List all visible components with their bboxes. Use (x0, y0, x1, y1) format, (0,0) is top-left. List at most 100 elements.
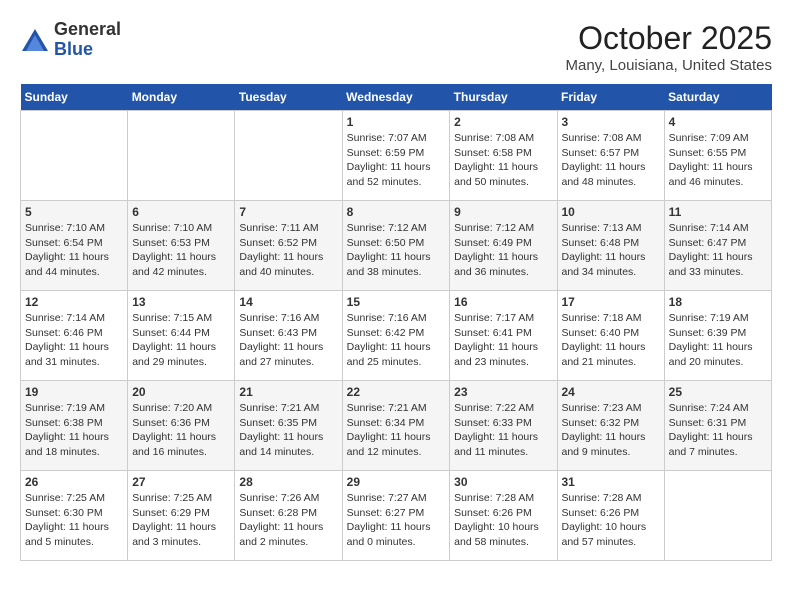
location: Many, Louisiana, United States (565, 57, 772, 74)
day-cell (21, 111, 128, 201)
day-info: Sunrise: 7:10 AMSunset: 6:53 PMDaylight:… (132, 221, 230, 280)
day-cell: 9 Sunrise: 7:12 AMSunset: 6:49 PMDaylight… (450, 201, 557, 291)
day-number: 6 (132, 205, 230, 219)
day-number: 23 (454, 385, 552, 399)
header-monday: Monday (128, 84, 235, 111)
day-info: Sunrise: 7:10 AMSunset: 6:54 PMDaylight:… (25, 221, 123, 280)
week-row-1: 1Sunrise: 7:07 AMSunset: 6:59 PMDaylight… (21, 111, 772, 201)
day-info: Sunrise: 7:17 AMSunset: 6:41 PMDaylight:… (454, 311, 552, 370)
week-row-2: 5 Sunrise: 7:10 AMSunset: 6:54 PMDaylight… (21, 201, 772, 291)
calendar-body: 1Sunrise: 7:07 AMSunset: 6:59 PMDaylight… (21, 111, 772, 561)
day-cell: 6 Sunrise: 7:10 AMSunset: 6:53 PMDaylight… (128, 201, 235, 291)
day-cell: 12 Sunrise: 7:14 AMSunset: 6:46 PMDayligh… (21, 291, 128, 381)
logo: General Blue (20, 20, 121, 60)
day-cell: 5 Sunrise: 7:10 AMSunset: 6:54 PMDaylight… (21, 201, 128, 291)
day-info: Sunrise: 7:12 AMSunset: 6:49 PMDaylight:… (454, 221, 552, 280)
day-number: 18 (669, 295, 767, 309)
day-number: 20 (132, 385, 230, 399)
calendar-table: SundayMondayTuesdayWednesdayThursdayFrid… (20, 84, 772, 561)
day-number: 5 (25, 205, 123, 219)
day-info: Sunrise: 7:08 AMSunset: 6:57 PMDaylight:… (562, 131, 660, 190)
day-number: 4 (669, 115, 767, 129)
day-cell: 3 Sunrise: 7:08 AMSunset: 6:57 PMDaylight… (557, 111, 664, 201)
day-number: 17 (562, 295, 660, 309)
header-friday: Friday (557, 84, 664, 111)
header-wednesday: Wednesday (342, 84, 450, 111)
day-cell (235, 111, 342, 201)
day-info: Sunrise: 7:09 AMSunset: 6:55 PMDaylight:… (669, 131, 767, 190)
day-cell: 31 Sunrise: 7:28 AMSunset: 6:26 PMDayligh… (557, 471, 664, 561)
logo-blue: Blue (54, 40, 121, 60)
day-cell: 29Sunrise: 7:27 AMSunset: 6:27 PMDayligh… (342, 471, 450, 561)
day-info: Sunrise: 7:15 AMSunset: 6:44 PMDaylight:… (132, 311, 230, 370)
logo-text: General Blue (54, 20, 121, 60)
day-number: 2 (454, 115, 552, 129)
day-number: 27 (132, 475, 230, 489)
day-cell (128, 111, 235, 201)
day-number: 9 (454, 205, 552, 219)
day-number: 11 (669, 205, 767, 219)
day-cell: 4 Sunrise: 7:09 AMSunset: 6:55 PMDaylight… (664, 111, 771, 201)
day-number: 25 (669, 385, 767, 399)
day-info: Sunrise: 7:27 AMSunset: 6:27 PMDaylight:… (347, 491, 446, 550)
day-cell: 11 Sunrise: 7:14 AMSunset: 6:47 PMDayligh… (664, 201, 771, 291)
day-cell: 28Sunrise: 7:26 AMSunset: 6:28 PMDayligh… (235, 471, 342, 561)
day-number: 8 (347, 205, 446, 219)
day-info: Sunrise: 7:14 AMSunset: 6:46 PMDaylight:… (25, 311, 123, 370)
title-block: October 2025 Many, Louisiana, United Sta… (565, 20, 772, 74)
day-number: 12 (25, 295, 123, 309)
day-info: Sunrise: 7:19 AMSunset: 6:38 PMDaylight:… (25, 401, 123, 460)
day-info: Sunrise: 7:28 AMSunset: 6:26 PMDaylight:… (562, 491, 660, 550)
day-info: Sunrise: 7:19 AMSunset: 6:39 PMDaylight:… (669, 311, 767, 370)
day-number: 22 (347, 385, 446, 399)
day-info: Sunrise: 7:21 AMSunset: 6:34 PMDaylight:… (347, 401, 446, 460)
day-cell: 7Sunrise: 7:11 AMSunset: 6:52 PMDaylight… (235, 201, 342, 291)
day-cell: 24 Sunrise: 7:23 AMSunset: 6:32 PMDayligh… (557, 381, 664, 471)
day-info: Sunrise: 7:25 AMSunset: 6:30 PMDaylight:… (25, 491, 123, 550)
header-row: SundayMondayTuesdayWednesdayThursdayFrid… (21, 84, 772, 111)
day-number: 13 (132, 295, 230, 309)
day-cell (664, 471, 771, 561)
day-info: Sunrise: 7:08 AMSunset: 6:58 PMDaylight:… (454, 131, 552, 190)
day-info: Sunrise: 7:24 AMSunset: 6:31 PMDaylight:… (669, 401, 767, 460)
day-cell: 21 Sunrise: 7:21 AMSunset: 6:35 PMDayligh… (235, 381, 342, 471)
day-cell: 2 Sunrise: 7:08 AMSunset: 6:58 PMDaylight… (450, 111, 557, 201)
day-cell: 27Sunrise: 7:25 AMSunset: 6:29 PMDayligh… (128, 471, 235, 561)
calendar-header: SundayMondayTuesdayWednesdayThursdayFrid… (21, 84, 772, 111)
day-info: Sunrise: 7:20 AMSunset: 6:36 PMDaylight:… (132, 401, 230, 460)
logo-general: General (54, 20, 121, 40)
day-cell: 8Sunrise: 7:12 AMSunset: 6:50 PMDaylight… (342, 201, 450, 291)
day-info: Sunrise: 7:11 AMSunset: 6:52 PMDaylight:… (239, 221, 337, 280)
week-row-5: 26Sunrise: 7:25 AMSunset: 6:30 PMDayligh… (21, 471, 772, 561)
day-cell: 23 Sunrise: 7:22 AMSunset: 6:33 PMDayligh… (450, 381, 557, 471)
day-number: 21 (239, 385, 337, 399)
day-info: Sunrise: 7:21 AMSunset: 6:35 PMDaylight:… (239, 401, 337, 460)
day-number: 10 (562, 205, 660, 219)
day-cell: 26Sunrise: 7:25 AMSunset: 6:30 PMDayligh… (21, 471, 128, 561)
day-info: Sunrise: 7:22 AMSunset: 6:33 PMDaylight:… (454, 401, 552, 460)
header-thursday: Thursday (450, 84, 557, 111)
day-info: Sunrise: 7:16 AMSunset: 6:42 PMDaylight:… (347, 311, 446, 370)
day-cell: 1Sunrise: 7:07 AMSunset: 6:59 PMDaylight… (342, 111, 450, 201)
header-sunday: Sunday (21, 84, 128, 111)
day-number: 15 (347, 295, 446, 309)
header-tuesday: Tuesday (235, 84, 342, 111)
day-number: 19 (25, 385, 123, 399)
logo-icon (20, 25, 50, 55)
month-title: October 2025 (565, 20, 772, 57)
day-number: 16 (454, 295, 552, 309)
day-cell: 17 Sunrise: 7:18 AMSunset: 6:40 PMDayligh… (557, 291, 664, 381)
week-row-3: 12 Sunrise: 7:14 AMSunset: 6:46 PMDayligh… (21, 291, 772, 381)
day-info: Sunrise: 7:14 AMSunset: 6:47 PMDaylight:… (669, 221, 767, 280)
day-info: Sunrise: 7:23 AMSunset: 6:32 PMDaylight:… (562, 401, 660, 460)
day-number: 24 (562, 385, 660, 399)
day-cell: 10Sunrise: 7:13 AMSunset: 6:48 PMDayligh… (557, 201, 664, 291)
day-number: 3 (562, 115, 660, 129)
day-number: 31 (562, 475, 660, 489)
day-info: Sunrise: 7:18 AMSunset: 6:40 PMDaylight:… (562, 311, 660, 370)
day-cell: 16 Sunrise: 7:17 AMSunset: 6:41 PMDayligh… (450, 291, 557, 381)
header-saturday: Saturday (664, 84, 771, 111)
page-header: General Blue October 2025 Many, Louisian… (20, 20, 772, 74)
day-info: Sunrise: 7:28 AMSunset: 6:26 PMDaylight:… (454, 491, 552, 550)
day-number: 28 (239, 475, 337, 489)
